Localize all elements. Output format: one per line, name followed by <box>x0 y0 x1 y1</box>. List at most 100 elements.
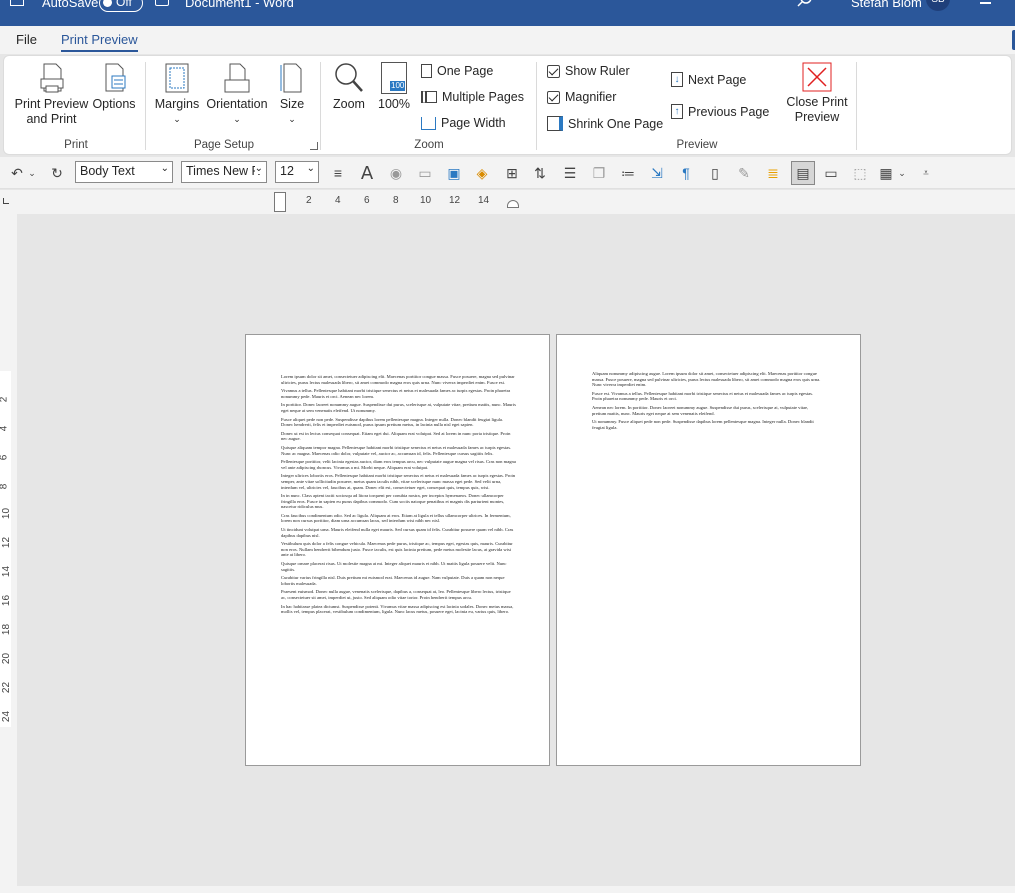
size-button[interactable]: Size ⌄ <box>275 62 309 127</box>
one-page-button[interactable]: One Page <box>421 64 493 78</box>
bullets-icon[interactable]: ≔ <box>618 163 638 183</box>
right-indent-marker-icon[interactable] <box>507 200 519 208</box>
paragraph: Pellentesque porttitor, velit lacinia eg… <box>281 459 516 470</box>
next-page-label: Next Page <box>688 72 747 87</box>
paragraph: In hac habitasse platea dictumst. Suspen… <box>281 603 514 615</box>
text-box-icon[interactable]: ▣ <box>444 163 464 183</box>
magnifier-checkbox[interactable]: Magnifier <box>547 90 616 104</box>
print-layout-icon[interactable]: ▤ <box>791 161 815 185</box>
print-preview-and-print-label: Print Preview and Print <box>14 97 89 126</box>
font-color-icon[interactable]: A <box>357 163 377 184</box>
paragraph-format-icon[interactable]: ≡ <box>328 163 348 183</box>
ruler-tick: 6 <box>364 195 370 206</box>
show-ruler-checkbox[interactable]: Show Ruler <box>547 64 630 78</box>
close-print-preview-button[interactable]: Close Print Preview <box>784 62 850 125</box>
paragraph: Vestibulum quis dolor a felis congue veh… <box>281 541 513 558</box>
redo-icon[interactable]: ↻ <box>47 163 67 183</box>
paragraph: Praesent euismod. Donec nulla augue, ven… <box>281 589 511 600</box>
paragraph: Vivamus a tellus. Pellentesque habitant … <box>281 388 511 399</box>
paragraph: In in nunc. Class aptent taciti sociosqu… <box>281 493 505 510</box>
undo-icon[interactable]: ↶ <box>7 163 27 183</box>
paragraph: Quisque aliquam tempor magna. Pellentesq… <box>281 444 512 456</box>
orientation-label: Orientation <box>206 97 268 111</box>
horizontal-ruler[interactable]: 2 4 6 8 10 12 14 <box>0 190 1015 214</box>
autosave-label: AutoSave <box>42 0 99 10</box>
line-spacing-icon[interactable]: ☰ <box>560 163 580 183</box>
ruler-tick: 14 <box>1 565 13 578</box>
checkbox-checked-icon <box>547 64 560 78</box>
minimize-icon[interactable] <box>980 2 991 4</box>
ruler-tick: 12 <box>1 536 13 549</box>
shading-icon[interactable]: ◉ <box>386 163 406 183</box>
blank-page-icon[interactable]: ▯ <box>705 163 725 183</box>
tab-print-preview[interactable]: Print Preview <box>61 32 138 52</box>
clear-formatting-icon[interactable]: ◈ <box>472 163 492 183</box>
one-page-label: One Page <box>437 64 494 78</box>
options-label: Options <box>92 97 136 111</box>
preview-page-2[interactable]: Aliquam nonummy adipiscing augue. Lorem … <box>556 334 861 766</box>
autosave-toggle[interactable]: Off <box>99 0 143 12</box>
one-page-icon <box>421 64 432 78</box>
save-icon[interactable] <box>155 0 169 6</box>
style-select[interactable]: Body Text ⌄ <box>75 161 173 183</box>
draft-view-icon[interactable]: ▭ <box>821 163 841 183</box>
ribbon: Print Preview and Print Options Print Ma… <box>3 55 1012 155</box>
preview-page-1[interactable]: Lorem ipsum dolor sit amet, consectetuer… <box>245 334 550 766</box>
picture-icon[interactable]: ▭ <box>415 163 435 183</box>
search-icon[interactable] <box>797 0 813 8</box>
vertical-ruler[interactable]: 2 4 6 8 10 12 14 16 18 20 22 24 <box>0 214 17 893</box>
page-1-text: Lorem ipsum dolor sit amet, consectetuer… <box>281 374 516 618</box>
orientation-icon <box>224 63 250 93</box>
group-label-print: Print <box>64 139 88 151</box>
print-preview-and-print-button[interactable]: Print Preview and Print <box>14 62 89 127</box>
sort-icon[interactable]: ⇅ <box>530 163 550 183</box>
multiple-pages-icon <box>421 91 437 103</box>
show-marks-icon[interactable]: ¶ <box>676 163 696 183</box>
magnifying-glass-icon <box>335 63 363 92</box>
word-app-icon[interactable] <box>10 0 24 6</box>
dialog-launcher-icon[interactable] <box>310 142 318 150</box>
selection-pane-icon[interactable]: ⬚ <box>850 163 870 183</box>
copy-format-icon[interactable]: ❐ <box>589 163 609 183</box>
tab-selector-icon[interactable] <box>3 198 9 204</box>
ruler-tick: 24 <box>1 710 13 723</box>
multiple-pages-button[interactable]: Multiple Pages <box>421 90 524 104</box>
user-name: Stefan Blom <box>851 0 922 10</box>
font-select[interactable]: Times New R ⌄ <box>181 161 267 183</box>
ruler-tick: 20 <box>1 652 13 665</box>
insert-icon[interactable]: ⇲ <box>647 163 667 183</box>
table-icon[interactable]: ▦ <box>876 163 896 183</box>
close-print-preview-label: Close Print Preview <box>786 95 848 124</box>
highlight-lines-icon[interactable]: ≣ <box>763 163 783 183</box>
font-size-select[interactable]: 12 ⌄ <box>275 161 319 183</box>
ribbon-tabs: File Print Preview <box>0 26 1015 54</box>
page-width-button[interactable]: Page Width <box>421 116 506 130</box>
style-value: Body Text <box>80 164 135 178</box>
paragraph: Cras faucibus condimentum odio. Sed ac l… <box>281 512 511 524</box>
indent-marker-icon[interactable] <box>274 192 286 212</box>
shrink-one-page-button[interactable]: Shrink One Page <box>547 116 663 131</box>
chevron-down-icon[interactable]: ⌄ <box>26 163 38 183</box>
signature-icon[interactable]: ✎ <box>734 163 754 183</box>
paragraph: Aenean nec lorem. In porttitor. Donec la… <box>592 404 809 416</box>
tab-file[interactable]: File <box>16 32 37 47</box>
avatar[interactable]: SB <box>926 0 950 11</box>
chevron-down-icon[interactable]: ⌄ <box>896 163 908 183</box>
zoom-button[interactable]: Zoom <box>329 62 369 112</box>
distribute-icon[interactable]: ⊞ <box>502 163 522 183</box>
ruler-tick: 16 <box>1 594 13 607</box>
options-button[interactable]: Options <box>90 62 138 112</box>
margins-button[interactable]: Margins ⌄ <box>152 62 202 127</box>
paragraph: Aliquam nonummy adipiscing augue. Lorem … <box>592 371 821 388</box>
ruler-tick: 2 <box>0 397 9 403</box>
customize-toolbar-icon[interactable]: ⩡ <box>916 163 936 183</box>
ruler-tick: 8 <box>393 195 399 206</box>
zoom-100-button[interactable]: 100 100% <box>376 62 412 112</box>
next-page-button[interactable]: ↓ Next Page <box>671 72 746 87</box>
print-preview-icon <box>40 63 63 93</box>
previous-page-button[interactable]: ↑ Previous Page <box>671 104 769 119</box>
orientation-button[interactable]: Orientation ⌄ <box>204 62 270 127</box>
paragraph: Fusce aliquet pede non pede. Suspendisse… <box>281 416 504 428</box>
margins-label: Margins <box>154 97 200 111</box>
size-icon <box>280 63 302 93</box>
